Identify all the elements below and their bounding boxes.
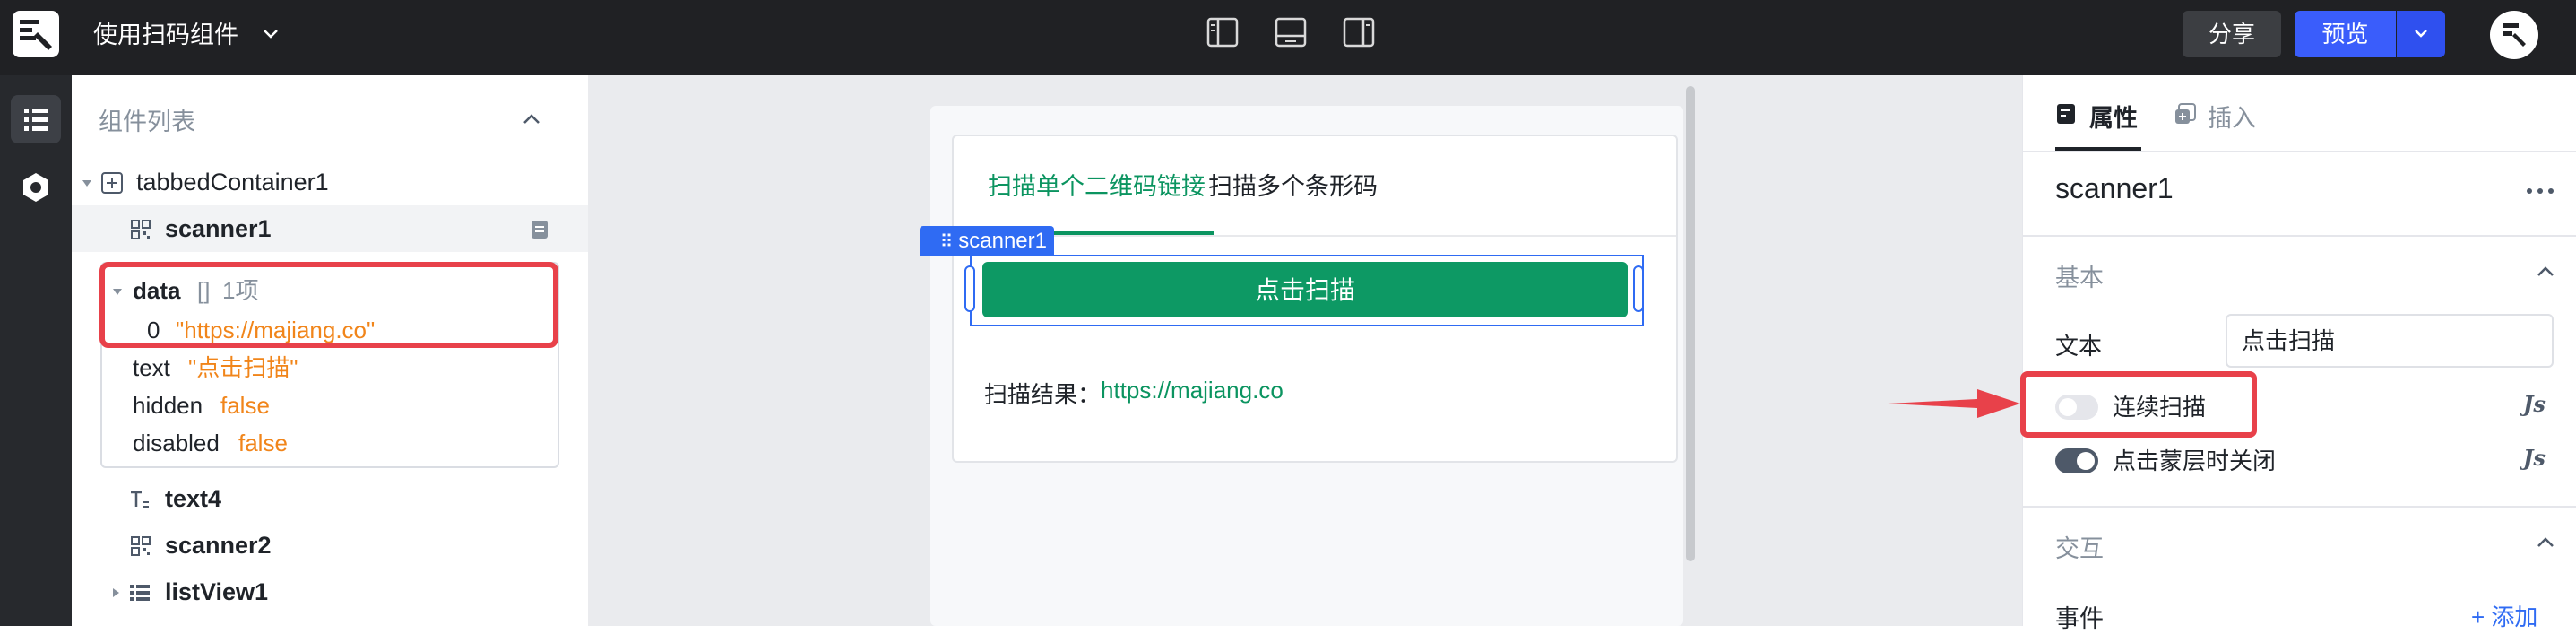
tree-item-scanner1[interactable]: scanner1 — [72, 205, 588, 252]
tab-insert[interactable]: 插入 — [2208, 99, 2256, 134]
tree-item-label: listView1 — [165, 578, 269, 605]
resize-handle-left[interactable] — [964, 265, 975, 312]
tree-item-label: scanner2 — [165, 532, 272, 559]
qr-icon — [131, 536, 151, 556]
drag-handle-icon[interactable]: ⠿ — [940, 232, 954, 252]
avatar[interactable] — [2490, 11, 2538, 59]
tree-item-text4[interactable]: text4 — [72, 475, 588, 522]
caret-right-icon[interactable] — [109, 586, 122, 599]
annotation-arrow-icon — [1888, 389, 2020, 418]
app-title[interactable]: 使用扫码组件 — [93, 20, 238, 50]
section-divider — [2023, 506, 2576, 508]
tab-divider — [954, 235, 1676, 237]
add-event-button[interactable]: + 添加 — [2471, 599, 2537, 632]
events-label: 事件 — [2055, 605, 2104, 632]
component-name[interactable]: scanner1 — [2055, 172, 2174, 205]
text-field-label: 文本 — [2055, 333, 2103, 360]
tree-item-label: scanner1 — [165, 215, 272, 242]
toggle-left-panel-icon[interactable] — [1205, 16, 1240, 48]
properties-icon — [2057, 104, 2075, 124]
section-divider — [2023, 235, 2576, 237]
close-on-mask-label: 点击蒙层时关闭 — [2113, 447, 2277, 474]
tree-item-scanner2[interactable]: scanner2 — [72, 522, 588, 569]
tab-scan-multiple-barcodes[interactable]: 扫描多个条形码 — [1208, 167, 1378, 202]
app-logo-icon[interactable] — [13, 11, 59, 57]
component-panel: 组件列表 tabbedContainer1 scanner1 data [] 1… — [72, 75, 589, 626]
panel-title: 组件列表 — [99, 109, 195, 135]
plugin-icon[interactable] — [18, 169, 54, 205]
preview-button[interactable]: 预览 — [2295, 11, 2396, 57]
highlight-annotation-box — [2020, 371, 2257, 438]
top-bar: 使用扫码组件 分享 预览 — [0, 0, 2576, 75]
preview-dropdown-button[interactable] — [2397, 11, 2445, 57]
share-button[interactable]: 分享 — [2183, 11, 2281, 57]
list-icon — [130, 585, 150, 601]
chevron-up-icon[interactable] — [2534, 260, 2557, 283]
scan-result-label: 扫描结果： — [984, 381, 1102, 408]
tab-scan-single-qr[interactable]: 扫描单个二维码链接 — [988, 167, 1206, 202]
selected-component-badge[interactable]: ⠿ scanner1 — [920, 226, 1054, 256]
scan-button[interactable]: 点击扫描 — [982, 262, 1628, 317]
chevron-up-icon[interactable] — [520, 108, 543, 131]
highlight-annotation-box — [99, 262, 558, 348]
caret-down-icon[interactable] — [81, 177, 93, 189]
tree-item-label: tabbedContainer1 — [136, 169, 329, 195]
tree-item-tabbedcontainer1[interactable]: tabbedContainer1 — [72, 159, 588, 205]
toggle-bottom-panel-icon[interactable] — [1273, 16, 1309, 48]
document-icon[interactable] — [531, 220, 549, 239]
chevron-down-icon — [2415, 30, 2427, 38]
section-interaction-title[interactable]: 交互 — [2055, 529, 2104, 564]
tree-item-listview1[interactable]: listView1 — [72, 569, 588, 615]
left-rail — [0, 75, 72, 626]
insert-icon — [2175, 103, 2196, 124]
list-icon — [24, 109, 48, 131]
prop-row-disabled[interactable]: disabled false — [72, 420, 588, 466]
component-list-tab[interactable] — [11, 95, 61, 143]
selected-component-name: scanner1 — [958, 229, 1047, 253]
tab-properties[interactable]: 属性 — [2089, 99, 2138, 134]
toggle-right-panel-icon[interactable] — [1341, 16, 1377, 48]
scan-result-value: https://majiang.co — [1101, 377, 1284, 404]
section-basic-title[interactable]: 基本 — [2055, 258, 2104, 293]
toggle-knob — [2077, 452, 2095, 470]
inspector-panel: 属性 插入 scanner1 基本 文本 点击扫描 连续扫描 Js 点击蒙层时关… — [2022, 75, 2576, 632]
text-field-input[interactable]: 点击扫描 — [2226, 314, 2554, 368]
resize-handle-right[interactable] — [1633, 265, 1644, 312]
editor-canvas: 扫描单个二维码链接 扫描多个条形码 — [588, 75, 2022, 626]
text-icon — [131, 491, 149, 508]
js-toggle-button[interactable]: Js — [2523, 445, 2546, 471]
prop-value: false — [238, 430, 288, 456]
tree-item-label: text4 — [165, 485, 222, 512]
chevron-up-icon[interactable] — [2534, 531, 2557, 554]
js-toggle-button[interactable]: Js — [2523, 391, 2546, 417]
more-icon[interactable] — [2525, 187, 2555, 195]
canvas-scrollbar[interactable] — [1686, 86, 1695, 561]
chevron-down-icon[interactable] — [260, 23, 281, 45]
tab-divider — [2023, 151, 2576, 152]
tabbed-container-icon — [101, 172, 123, 194]
qr-icon — [131, 220, 151, 239]
prop-key: disabled — [133, 430, 220, 456]
close-on-mask-toggle[interactable] — [2055, 448, 2098, 473]
